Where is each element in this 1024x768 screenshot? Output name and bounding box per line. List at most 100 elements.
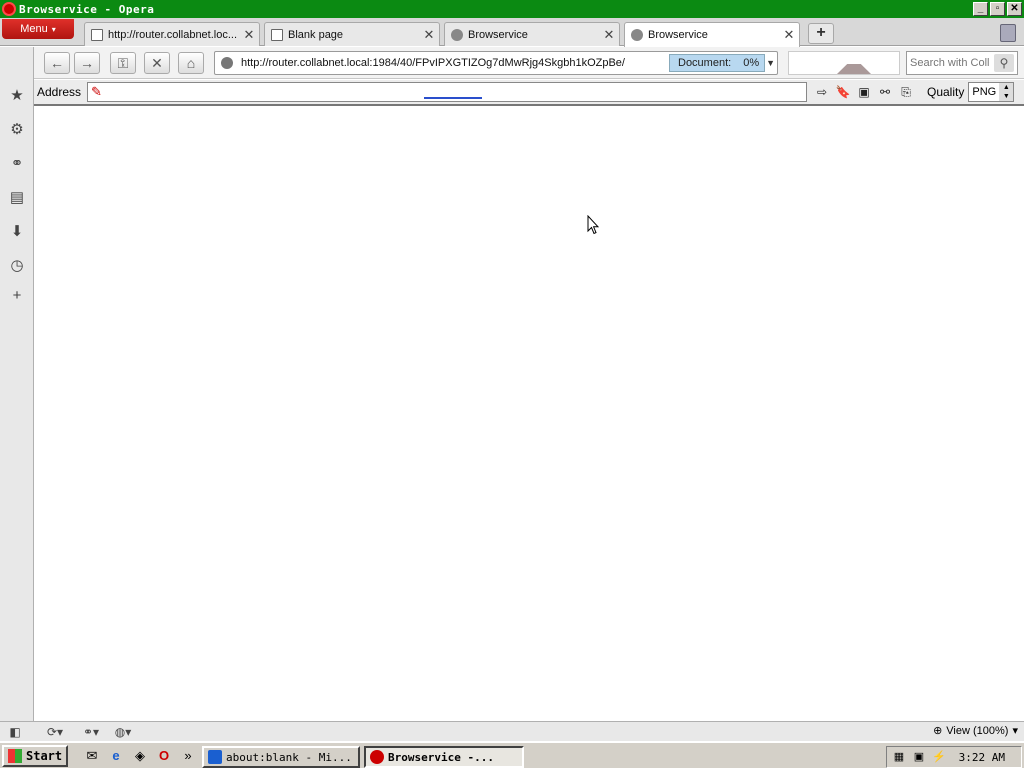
tab-bar: Menu ▾ http://router.collabnet.loc... ✕ B… [0,18,1024,47]
start-label: Start [26,748,63,763]
panel-toggle-icon[interactable]: ◧ [6,724,24,740]
taskbar-item-ie[interactable]: about:blank - Mi... [202,746,360,768]
zoom-control[interactable]: ⊕ View (100%) ▾ [933,724,1018,738]
tray-power-icon[interactable]: ⚡ [931,749,947,765]
document-percent: 0% [743,57,760,69]
windows-flag-icon [8,748,22,763]
quality-value: PNG [972,86,997,98]
find-icon[interactable]: ⚯ [876,83,894,101]
chevron-down-icon: ▾ [1012,725,1018,737]
address-buttons: ⇨ 🔖 ▣ ⚯ ⎘ [813,83,915,101]
forward-button[interactable]: → [74,52,100,74]
title-bar: Browservice - Opera _ ▫ ✕ [0,0,1024,18]
turbo-icon[interactable]: ◍▾ [110,724,136,740]
tab-close-icon[interactable]: ✕ [422,27,436,43]
bookmark-icon[interactable]: 🔖 [834,83,852,101]
tab-label: Blank page [288,28,344,41]
clipboard-icon[interactable]: ⎘ [897,83,915,101]
tray-network-icon[interactable]: ▦ [891,749,907,765]
tab-router[interactable]: http://router.collabnet.loc... ✕ [84,22,260,46]
zoom-label: View (100%) [946,724,1009,737]
start-button[interactable]: Start [2,744,68,767]
page-content[interactable] [34,107,1024,721]
url-dropdown-icon[interactable]: ▼ [766,58,775,68]
history-icon[interactable]: ◷ [8,257,26,275]
search-icon[interactable]: ⚲ [994,54,1014,72]
downloads-icon[interactable]: ⬇ [8,223,26,241]
security-icon: ✎ [91,84,102,99]
globe-icon [451,28,463,41]
address-input[interactable]: ✎ [87,82,807,102]
back-button[interactable]: ← [44,52,70,74]
taskbar-item-label: about:blank - Mi... [226,750,352,764]
zoom-icon: ⊕ [933,725,943,737]
system-tray: ▦ ▣ ⚡ 3:22 AM [886,746,1022,768]
window-controls: _ ▫ ✕ [973,2,1022,16]
opera-icon [370,750,384,764]
quicklaunch-chevron-icon[interactable]: » [178,746,198,766]
status-bar: ◧ ⟳▾ ⚭▾ ◍▾ ⊕ View (100%) ▾ [0,721,1024,741]
close-window-button[interactable]: ✕ [1007,2,1022,16]
search-field[interactable]: ⚲ [906,51,1018,75]
maximize-button[interactable]: ▫ [990,2,1005,16]
quality-label: Quality [927,85,965,99]
browservice-address-bar: Address ✎ ⇨ 🔖 ▣ ⚯ ⎘ Quality PNG ▲ ▼ [34,80,1024,106]
tray-display-icon[interactable]: ▣ [911,749,927,765]
settings-icon[interactable]: ⚙ [8,121,26,139]
blank-page-icon [271,28,283,41]
ie-icon [208,750,222,764]
new-tab-button[interactable]: + [808,23,834,44]
document-label: Document: [678,57,732,69]
unite-icon[interactable]: ⚭ [8,155,26,173]
tab-label: Browservice [648,29,708,41]
windows-taskbar: Start ✉ e ◈ O » about:blank - Mi... Brow… [0,741,1024,768]
search-input[interactable] [910,57,994,69]
window-title: Browservice - Opera [19,2,155,16]
clock: 3:22 AM [958,750,1005,764]
speed-dial-preview[interactable] [788,51,900,75]
sync-icon[interactable]: ⟳▾ [42,724,68,740]
taskbar-item-opera[interactable]: Browservice -... [364,746,524,768]
tab-browservice-2[interactable]: Browservice ✕ [624,22,800,47]
bookmarks-icon[interactable]: ★ [8,87,26,105]
quicklaunch-mail-icon[interactable]: ✉ [82,746,102,766]
spin-up-icon[interactable]: ▲ [999,83,1013,92]
home-button[interactable]: ⌂ [178,52,204,74]
page-icon [91,28,103,41]
chevron-down-icon: ▾ [51,24,56,34]
quality-select[interactable]: PNG ▲ ▼ [968,82,1015,102]
panel-sidebar: ★ ⚙ ⚭ ▤ ⬇ ◷ + [0,47,34,721]
loading-underline [424,97,482,99]
tab-close-icon[interactable]: ✕ [602,27,616,43]
taskbar-item-label: Browservice -... [388,750,494,764]
tab-close-icon[interactable]: ✕ [242,27,256,43]
globe-icon [631,29,643,41]
tab-label: http://router.collabnet.loc... [108,28,238,41]
quicklaunch-ie-icon[interactable]: e [106,746,126,766]
closed-tabs-trash-icon[interactable] [1000,24,1016,42]
opera-menu-button[interactable]: Menu ▾ [2,19,74,39]
spin-down-icon[interactable]: ▼ [999,92,1013,101]
minimize-button[interactable]: _ [973,2,988,16]
document-progress: Document: 0% [669,54,765,72]
notes-icon[interactable]: ▤ [8,189,26,207]
tab-browservice-1[interactable]: Browservice ✕ [444,22,620,46]
url-field[interactable]: http://router.collabnet.local:1984/40/FP… [214,51,778,75]
unite-status-icon[interactable]: ⚭▾ [78,724,104,740]
quicklaunch-app-icon[interactable]: ◈ [130,746,150,766]
go-button[interactable]: ⇨ [813,83,831,101]
tab-label: Browservice [468,28,528,41]
menu-label: Menu [20,23,48,35]
site-info-icon[interactable] [221,57,233,69]
wand-key-button[interactable]: ⚿ [110,52,136,74]
navigation-bar: ← → ⚿ ✕ ⌂ http://router.collabnet.local:… [34,47,1024,79]
tab-blank-page[interactable]: Blank page ✕ [264,22,440,46]
tab-close-icon[interactable]: ✕ [782,27,796,43]
opera-logo-icon [2,2,16,16]
address-label: Address [37,85,82,99]
stop-button[interactable]: ✕ [144,52,170,74]
quality-spinner[interactable]: ▲ ▼ [999,83,1014,101]
add-panel-icon[interactable]: + [8,287,26,305]
quicklaunch-opera-icon[interactable]: O [154,746,174,766]
bookmark-list-icon[interactable]: ▣ [855,83,873,101]
